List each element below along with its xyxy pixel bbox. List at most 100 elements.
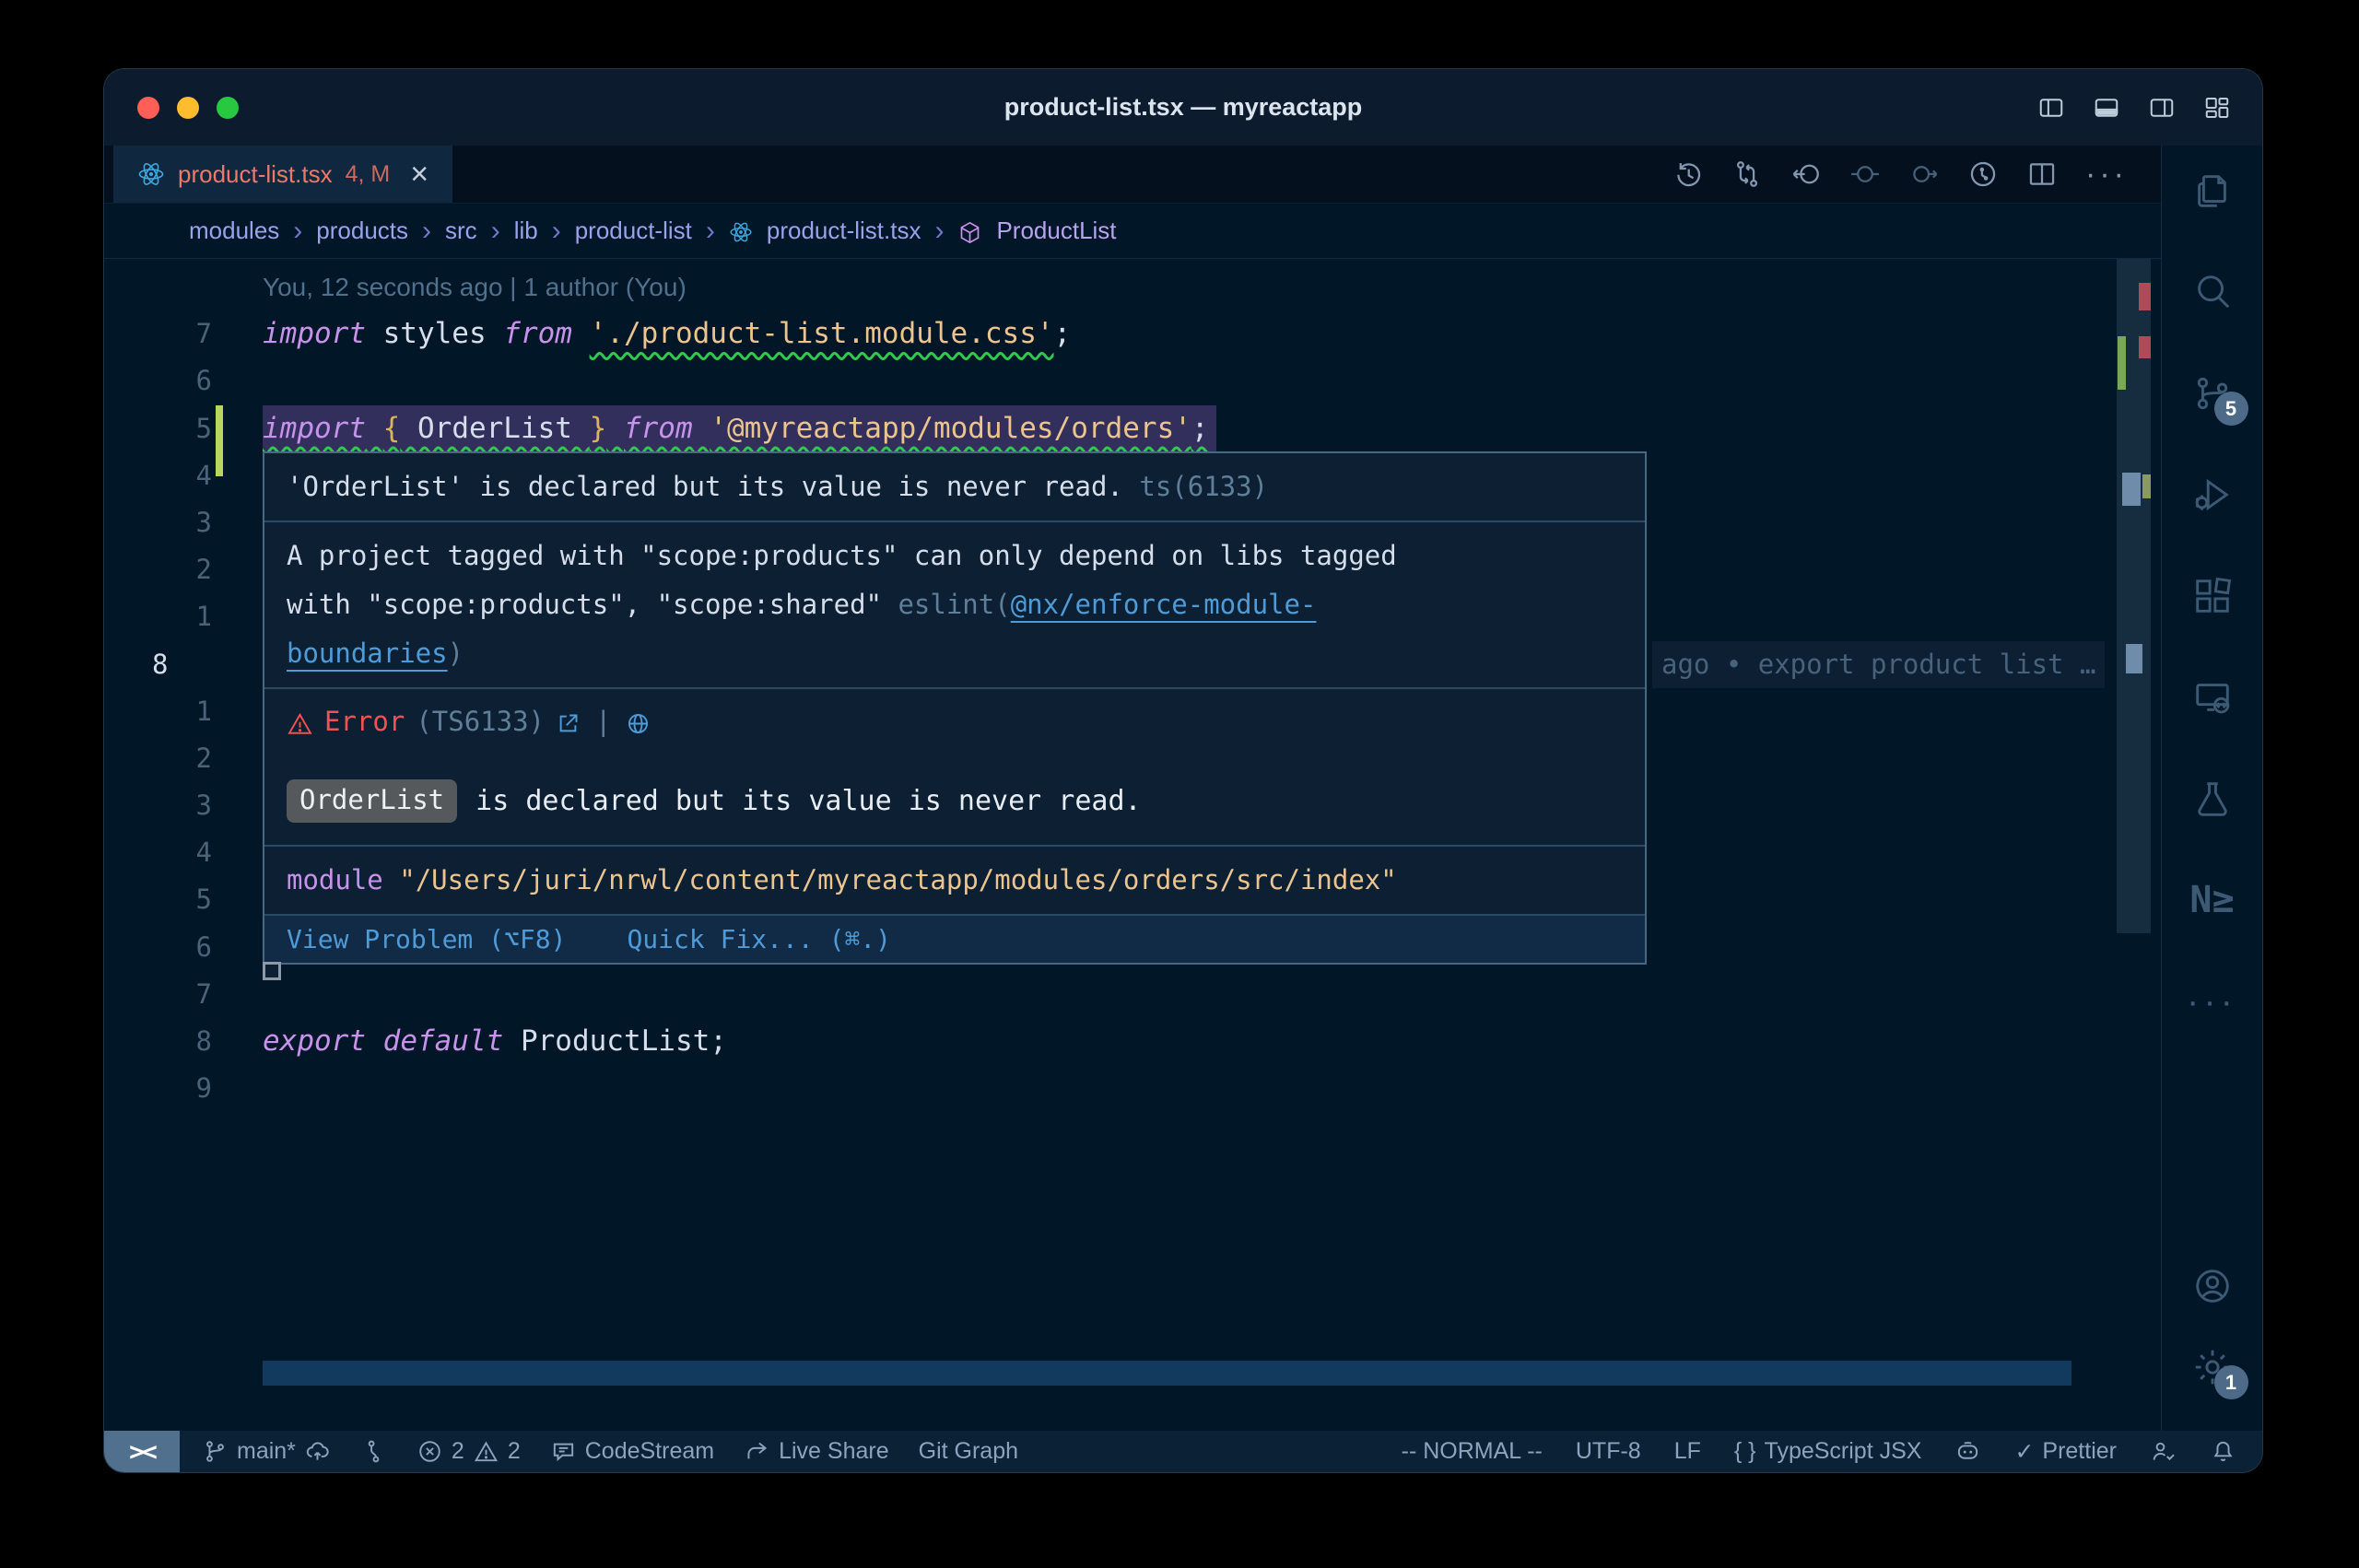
line-number: 3 bbox=[104, 499, 212, 546]
breadcrumb-symbol[interactable]: ProductList bbox=[996, 216, 1116, 245]
explorer-icon[interactable] bbox=[2191, 170, 2234, 212]
code-line[interactable]: 7 bbox=[104, 971, 2161, 1018]
line-number: 1 bbox=[104, 593, 212, 640]
next-change-icon[interactable] bbox=[1908, 158, 1940, 190]
split-editor-icon[interactable] bbox=[2026, 158, 2058, 190]
module-path: "/Users/juri/nrwl/content/myreactapp/mod… bbox=[399, 864, 1397, 895]
tab-problems-badge: 4, M bbox=[346, 161, 391, 188]
more-actions-icon[interactable]: ··· bbox=[2085, 158, 2128, 190]
copilot-item[interactable] bbox=[1954, 1438, 1981, 1465]
live-share-item[interactable]: Live Share bbox=[744, 1438, 889, 1465]
chevron-right-icon: › bbox=[422, 216, 431, 247]
chevron-right-icon: › bbox=[934, 216, 944, 247]
activity-bar-bottom: 1 bbox=[2191, 1265, 2234, 1388]
breadcrumb-item[interactable]: product-list bbox=[575, 216, 692, 245]
customize-layout-icon[interactable] bbox=[2203, 94, 2231, 122]
line-number: 9 bbox=[104, 1065, 212, 1112]
vim-mode-indicator[interactable]: -- NORMAL -- bbox=[1402, 1438, 1543, 1465]
open-docs-external-icon[interactable] bbox=[556, 706, 581, 737]
lint-rule-link[interactable]: @nx/enforce-module- bbox=[1011, 589, 1317, 620]
remote-indicator[interactable]: >< bbox=[104, 1431, 180, 1472]
testing-beaker-icon[interactable] bbox=[2191, 778, 2234, 820]
search-icon[interactable] bbox=[2191, 271, 2234, 313]
code-editor[interactable]: You, 12 seconds ago | 1 author (You) 7im… bbox=[104, 259, 2161, 1431]
layout-controls bbox=[2037, 94, 2262, 122]
globe-icon[interactable] bbox=[626, 706, 651, 737]
symbol-chip: OrderList bbox=[287, 779, 457, 823]
react-icon bbox=[137, 160, 165, 188]
breadcrumb-file[interactable]: product-list.tsx bbox=[767, 216, 921, 245]
tab-bar: product-list.tsx 4, M × ··· bbox=[104, 146, 2161, 204]
toggle-primary-sidebar-icon[interactable] bbox=[2037, 94, 2065, 122]
traffic-lights bbox=[104, 97, 239, 119]
code-line[interactable]: 9 bbox=[104, 1065, 2161, 1112]
compare-changes-icon[interactable] bbox=[1731, 158, 1763, 190]
breadcrumb-item[interactable]: modules bbox=[189, 216, 279, 245]
code-line-highlighted[interactable]: 5import { OrderList } from '@myreactapp/… bbox=[104, 405, 2161, 452]
overview-selection-mark bbox=[2122, 473, 2141, 506]
tooltip-error-section: Error (TS6133) | OrderList is declared b… bbox=[264, 687, 1645, 845]
remote-explorer-icon[interactable] bbox=[2191, 676, 2234, 719]
view-problem-link[interactable]: View Problem (⌥F8) bbox=[287, 924, 566, 954]
toggle-panel-icon[interactable] bbox=[2093, 94, 2120, 122]
open-change-icon[interactable] bbox=[1790, 158, 1822, 190]
breadcrumb-item[interactable]: src bbox=[445, 216, 477, 245]
settings-gear-icon[interactable]: 1 bbox=[2191, 1346, 2234, 1388]
close-tab-icon[interactable]: × bbox=[410, 158, 428, 190]
run-and-debug-icon[interactable] bbox=[2191, 474, 2234, 516]
diagnostic-hover-tooltip: 'OrderList' is declared but its value is… bbox=[263, 451, 1647, 965]
quick-fix-link[interactable]: Quick Fix... (⌘.) bbox=[627, 924, 891, 954]
chevron-right-icon: › bbox=[491, 216, 500, 247]
history-icon[interactable] bbox=[1672, 158, 1704, 190]
lint-rule-link[interactable]: boundaries bbox=[287, 638, 448, 669]
toggle-secondary-sidebar-icon[interactable] bbox=[2148, 94, 2176, 122]
code-line[interactable]: 7import styles from './product-list.modu… bbox=[104, 310, 2161, 357]
blame-annotation-line: You, 12 seconds ago | 1 author (You) bbox=[104, 263, 2161, 310]
previous-change-icon[interactable] bbox=[1849, 158, 1881, 190]
problems-item[interactable]: 22 bbox=[417, 1438, 521, 1465]
more-views-icon[interactable]: ··· bbox=[2187, 980, 2237, 1023]
warning-triangle-icon bbox=[473, 1438, 499, 1465]
source-control-icon[interactable]: 5 bbox=[2191, 372, 2234, 415]
tooltip-resize-handle[interactable] bbox=[263, 962, 281, 980]
commit-graph-icon[interactable] bbox=[1967, 158, 1999, 190]
overview-error-mark bbox=[2139, 336, 2151, 358]
git-graph-item[interactable]: Git Graph bbox=[919, 1438, 1018, 1465]
minimize-window-button[interactable] bbox=[177, 97, 199, 119]
code-line[interactable]: 8export default ProductList; bbox=[104, 1018, 2161, 1065]
overview-added-mark bbox=[2118, 336, 2126, 390]
git-branch-item[interactable]: main* bbox=[202, 1438, 331, 1465]
lint-message-line: with "scope:products", "scope:shared" es… bbox=[287, 580, 1623, 629]
eol-item[interactable]: LF bbox=[1674, 1438, 1701, 1465]
breadcrumb-item[interactable]: lib bbox=[514, 216, 538, 245]
status-bar-right: -- NORMAL -- UTF-8 LF { }TypeScript JSX … bbox=[1402, 1438, 2262, 1466]
code-line[interactable]: 6 bbox=[104, 357, 2161, 404]
horizontal-scrollbar[interactable] bbox=[263, 1361, 2071, 1386]
account-icon[interactable] bbox=[2191, 1265, 2234, 1307]
squiggle-string: './product-list.module.css' bbox=[590, 317, 1054, 350]
tooltip-footer: View Problem (⌥F8) Quick Fix... (⌘.) bbox=[264, 914, 1645, 963]
line-number: 6 bbox=[104, 924, 212, 971]
tab-product-list[interactable]: product-list.tsx 4, M × bbox=[113, 146, 452, 203]
codestream-item[interactable]: CodeStream bbox=[550, 1438, 714, 1465]
extensions-icon[interactable] bbox=[2191, 575, 2234, 617]
feedback-item[interactable] bbox=[2150, 1438, 2177, 1465]
status-bar-left: main* 22 CodeStream Live Share Git Graph bbox=[180, 1438, 1018, 1465]
line-number: 4 bbox=[104, 829, 212, 876]
close-window-button[interactable] bbox=[137, 97, 159, 119]
line-number: 6 bbox=[104, 357, 212, 404]
maximize-window-button[interactable] bbox=[217, 97, 239, 119]
line-number: 8 bbox=[104, 1018, 212, 1065]
tooltip-lint-section: A project tagged with "scope:products" c… bbox=[264, 521, 1645, 687]
line-number: 5 bbox=[104, 876, 212, 923]
nx-console-icon[interactable]: N≥ bbox=[2189, 879, 2234, 921]
breadcrumb-item[interactable]: products bbox=[316, 216, 408, 245]
prettier-item[interactable]: ✓Prettier bbox=[2014, 1438, 2117, 1466]
language-mode-item[interactable]: { }TypeScript JSX bbox=[1734, 1438, 1922, 1465]
gitlens-item[interactable] bbox=[360, 1438, 387, 1465]
diagnostic-source: ts(6133) bbox=[1139, 471, 1268, 502]
notifications-bell-icon[interactable] bbox=[2210, 1438, 2236, 1465]
error-circle-icon bbox=[417, 1438, 443, 1465]
encoding-item[interactable]: UTF-8 bbox=[1576, 1438, 1641, 1465]
settings-badge: 1 bbox=[2214, 1365, 2248, 1399]
